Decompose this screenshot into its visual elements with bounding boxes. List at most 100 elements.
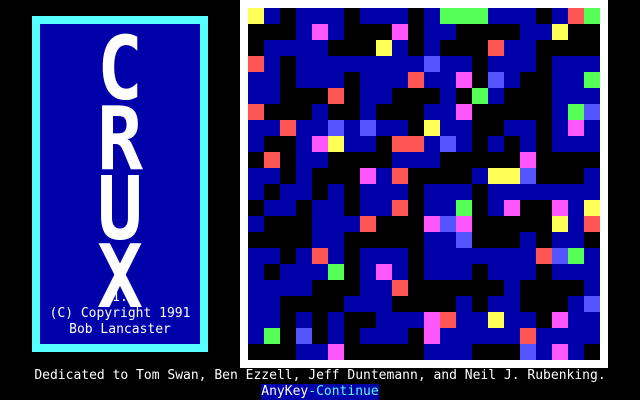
board-cell[interactable] (472, 120, 488, 136)
board-cell[interactable] (536, 120, 552, 136)
board-cell[interactable] (280, 56, 296, 72)
board-cell[interactable] (520, 152, 536, 168)
board-cell[interactable] (472, 152, 488, 168)
board-cell[interactable] (392, 168, 408, 184)
board-cell[interactable] (280, 216, 296, 232)
board-cell[interactable] (584, 72, 600, 88)
board-cell[interactable] (392, 296, 408, 312)
board-cell[interactable] (344, 168, 360, 184)
board-cell[interactable] (456, 216, 472, 232)
board-cell[interactable] (456, 8, 472, 24)
board-cell[interactable] (488, 168, 504, 184)
board-cell[interactable] (280, 88, 296, 104)
board-cell[interactable] (504, 136, 520, 152)
board-cell[interactable] (344, 232, 360, 248)
board-cell[interactable] (392, 232, 408, 248)
board-cell[interactable] (552, 296, 568, 312)
board-cell[interactable] (328, 120, 344, 136)
board-cell[interactable] (488, 232, 504, 248)
board-cell[interactable] (392, 216, 408, 232)
board-cell[interactable] (408, 344, 424, 360)
board-cell[interactable] (328, 136, 344, 152)
board-cell[interactable] (472, 232, 488, 248)
board-cell[interactable] (312, 312, 328, 328)
board-cell[interactable] (536, 296, 552, 312)
board-cell[interactable] (568, 8, 584, 24)
board-cell[interactable] (408, 248, 424, 264)
board-cell[interactable] (312, 88, 328, 104)
board-cell[interactable] (552, 312, 568, 328)
board-cell[interactable] (536, 312, 552, 328)
board-cell[interactable] (472, 216, 488, 232)
board-cell[interactable] (472, 184, 488, 200)
board-cell[interactable] (296, 296, 312, 312)
board-cell[interactable] (520, 344, 536, 360)
board-cell[interactable] (360, 344, 376, 360)
board-cell[interactable] (280, 136, 296, 152)
board-cell[interactable] (296, 104, 312, 120)
board-cell[interactable] (552, 168, 568, 184)
board-cell[interactable] (536, 200, 552, 216)
board-cell[interactable] (408, 24, 424, 40)
board-cell[interactable] (552, 280, 568, 296)
board-cell[interactable] (504, 104, 520, 120)
board-cell[interactable] (296, 232, 312, 248)
board-cell[interactable] (536, 56, 552, 72)
board-cell[interactable] (472, 264, 488, 280)
board-cell[interactable] (312, 24, 328, 40)
board-cell[interactable] (520, 104, 536, 120)
board-cell[interactable] (248, 152, 264, 168)
board-cell[interactable] (552, 40, 568, 56)
board-cell[interactable] (488, 280, 504, 296)
board-cell[interactable] (456, 40, 472, 56)
board-cell[interactable] (424, 56, 440, 72)
board-cell[interactable] (328, 280, 344, 296)
board-cell[interactable] (472, 344, 488, 360)
board-cell[interactable] (408, 184, 424, 200)
board-cell[interactable] (584, 40, 600, 56)
board-cell[interactable] (344, 344, 360, 360)
board-cell[interactable] (440, 216, 456, 232)
board-cell[interactable] (408, 8, 424, 24)
board-cell[interactable] (440, 312, 456, 328)
board-cell[interactable] (296, 328, 312, 344)
board-cell[interactable] (488, 152, 504, 168)
board-cell[interactable] (360, 168, 376, 184)
board-cell[interactable] (440, 168, 456, 184)
board-cell[interactable] (328, 264, 344, 280)
board-cell[interactable] (504, 168, 520, 184)
board-cell[interactable] (424, 280, 440, 296)
board-cell[interactable] (520, 280, 536, 296)
board-cell[interactable] (472, 104, 488, 120)
board-cell[interactable] (536, 280, 552, 296)
board-cell[interactable] (568, 40, 584, 56)
board-cell[interactable] (584, 296, 600, 312)
board-cell[interactable] (536, 248, 552, 264)
board-cell[interactable] (424, 328, 440, 344)
board-cell[interactable] (392, 88, 408, 104)
board-cell[interactable] (392, 24, 408, 40)
board-cell[interactable] (520, 168, 536, 184)
board-cell[interactable] (424, 88, 440, 104)
board-cell[interactable] (280, 328, 296, 344)
board-cell[interactable] (344, 8, 360, 24)
board-cell[interactable] (520, 296, 536, 312)
board-cell[interactable] (424, 296, 440, 312)
board-cell[interactable] (472, 136, 488, 152)
board-cell[interactable] (344, 248, 360, 264)
board-cell[interactable] (456, 232, 472, 248)
continue-prompt-bar[interactable]: AnyKey-Continue (261, 384, 379, 400)
board-cell[interactable] (248, 232, 264, 248)
board-cell[interactable] (376, 344, 392, 360)
board-cell[interactable] (472, 56, 488, 72)
board-cell[interactable] (552, 248, 568, 264)
board-cell[interactable] (440, 152, 456, 168)
board-cell[interactable] (408, 40, 424, 56)
board-cell[interactable] (392, 200, 408, 216)
board-cell[interactable] (456, 152, 472, 168)
board-cell[interactable] (344, 72, 360, 88)
board-cell[interactable] (360, 40, 376, 56)
board-cell[interactable] (408, 136, 424, 152)
board-cell[interactable] (536, 72, 552, 88)
board-cell[interactable] (504, 152, 520, 168)
